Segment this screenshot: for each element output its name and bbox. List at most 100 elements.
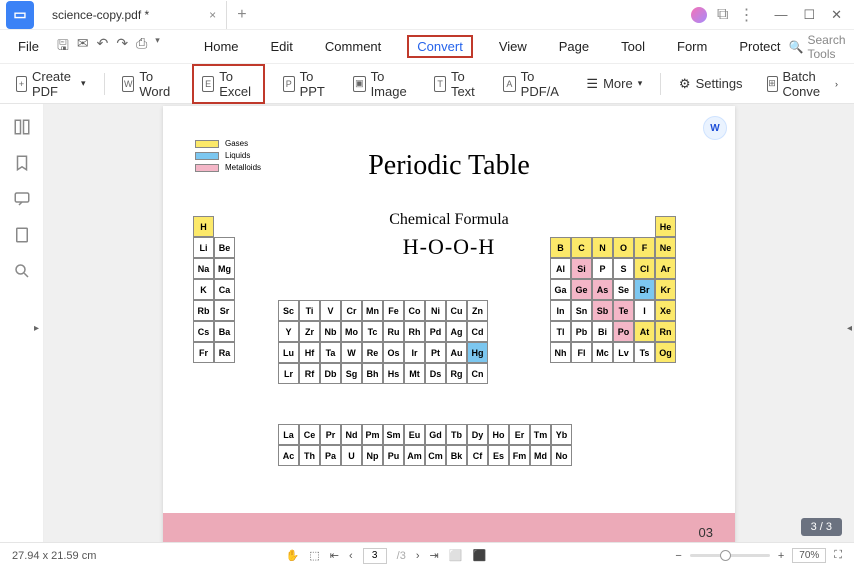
file-menu[interactable]: File <box>10 35 47 58</box>
fit-width-icon[interactable]: ⬛ <box>472 549 486 562</box>
expand-rail-icon[interactable]: ▸ <box>34 323 39 334</box>
tab-form[interactable]: Form <box>671 35 713 58</box>
element-cell: Na <box>193 258 214 279</box>
element-cell: C <box>571 237 592 258</box>
element-block-p: HeBCNOFNeAlSiPSClArGaGeAsSeBrKrInSnSbTeI… <box>550 216 676 363</box>
comment-icon[interactable] <box>13 190 31 208</box>
element-cell: Al <box>550 258 571 279</box>
element-cell: Fm <box>509 445 530 466</box>
fit-page-icon[interactable]: ⬜ <box>449 549 463 562</box>
to-image-button[interactable]: ▣To Image <box>347 65 416 103</box>
page-footer: 03 <box>163 513 735 542</box>
element-cell: Pb <box>571 321 592 342</box>
element-cell: Rb <box>193 300 214 321</box>
element-cell: Y <box>278 321 299 342</box>
grid-icon: ⊞ <box>767 76 778 92</box>
undo-icon[interactable]: ↶ <box>97 35 109 59</box>
page-input[interactable] <box>363 548 387 564</box>
zoom-value[interactable]: 70% <box>792 548 826 563</box>
element-cell: W <box>341 342 362 363</box>
app-icon: ▭ <box>6 1 34 29</box>
thumbnails-icon[interactable] <box>13 118 31 136</box>
search-tools[interactable]: 🔍 Search Tools <box>789 33 846 61</box>
convert-toolbar: + Create PDF ▾ WTo Word ETo Excel PTo PP… <box>0 64 854 104</box>
zoom-slider[interactable] <box>690 554 770 557</box>
element-cell: Ru <box>383 321 404 342</box>
text-icon: T <box>434 76 446 92</box>
element-cell: Sr <box>214 300 235 321</box>
tab-convert[interactable]: Convert <box>407 35 473 58</box>
quick-convert-badge[interactable]: W <box>703 116 727 140</box>
legend-swatch-gases <box>195 140 219 148</box>
next-page-icon[interactable]: › <box>416 550 420 562</box>
element-cell: Cu <box>446 300 467 321</box>
settings-button[interactable]: ⚙Settings <box>673 72 749 96</box>
minimize-icon[interactable]: — <box>774 7 787 23</box>
to-text-button[interactable]: TTo Text <box>428 65 485 103</box>
fullscreen-icon[interactable]: ⛶ <box>834 549 842 562</box>
select-tool-icon[interactable]: ⬚ <box>309 549 319 562</box>
element-cell: Os <box>383 342 404 363</box>
menu-bar: File 🖫 ✉ ↶ ↷ ⎙ ▾ Home Edit Comment Conve… <box>0 30 854 64</box>
close-tab-icon[interactable]: × <box>209 8 216 22</box>
kebab-menu-icon[interactable]: ⋮ <box>738 5 754 25</box>
element-cell: Cl <box>634 258 655 279</box>
chevron-down-icon[interactable]: ▾ <box>155 35 160 59</box>
to-excel-button[interactable]: ETo Excel <box>192 64 265 104</box>
document-tab[interactable]: science-copy.pdf * × <box>42 1 227 29</box>
element-cell: Nh <box>550 342 571 363</box>
element-cell: Np <box>362 445 383 466</box>
title-bar: ▭ science-copy.pdf * × + ⧉ ⋮ — ☐ ✕ <box>0 0 854 30</box>
element-cell: Pr <box>320 424 341 445</box>
account-badge-icon[interactable] <box>691 7 707 23</box>
element-cell: Er <box>509 424 530 445</box>
maximize-icon[interactable]: ☐ <box>803 7 815 23</box>
mail-icon[interactable]: ✉ <box>77 35 89 59</box>
element-cell: Lr <box>278 363 299 384</box>
search-rail-icon[interactable] <box>13 262 31 280</box>
share-icon[interactable]: ⧉ <box>717 6 728 24</box>
new-tab-button[interactable]: + <box>227 6 256 24</box>
print-icon[interactable]: ⎙ <box>136 35 147 59</box>
element-cell: Md <box>530 445 551 466</box>
to-word-button[interactable]: WTo Word <box>116 65 180 103</box>
expand-right-icon[interactable]: ◂ <box>847 323 852 334</box>
last-page-icon[interactable]: ⇥ <box>430 549 439 562</box>
tab-tool[interactable]: Tool <box>615 35 651 58</box>
zoom-out-icon[interactable]: − <box>675 550 681 562</box>
zoom-in-icon[interactable]: + <box>778 550 784 562</box>
save-icon[interactable]: 🖫 <box>57 35 69 59</box>
more-button[interactable]: ☰More▾ <box>580 72 648 96</box>
ppt-icon: P <box>283 76 295 92</box>
create-pdf-button[interactable]: + Create PDF ▾ <box>10 65 92 103</box>
batch-convert-button[interactable]: ⊞Batch Conve› <box>761 65 844 103</box>
element-cell: Mo <box>341 321 362 342</box>
to-pdfa-button[interactable]: ATo PDF/A <box>497 65 568 103</box>
tab-edit[interactable]: Edit <box>265 35 299 58</box>
tab-view[interactable]: View <box>493 35 533 58</box>
word-icon: W <box>122 76 134 92</box>
tab-page[interactable]: Page <box>553 35 595 58</box>
close-icon[interactable]: ✕ <box>831 7 842 23</box>
attachment-icon[interactable] <box>13 226 31 244</box>
document-viewport[interactable]: W Gases Liquids Metalloids Periodic Tabl… <box>44 104 854 542</box>
first-page-icon[interactable]: ⇤ <box>330 549 339 562</box>
element-cell: In <box>550 300 571 321</box>
tab-protect[interactable]: Protect <box>733 35 786 58</box>
chevron-down-icon: ▾ <box>81 78 86 89</box>
element-cell: Fe <box>383 300 404 321</box>
pdf-page: W Gases Liquids Metalloids Periodic Tabl… <box>163 106 735 542</box>
prev-page-icon[interactable]: ‹ <box>349 550 353 562</box>
hand-tool-icon[interactable]: ✋ <box>286 549 300 562</box>
to-ppt-button[interactable]: PTo PPT <box>277 65 335 103</box>
redo-icon[interactable]: ↷ <box>116 35 128 59</box>
element-cell: Es <box>488 445 509 466</box>
element-cell: Hs <box>383 363 404 384</box>
element-cell: Pu <box>383 445 404 466</box>
main-area: ▸ W Gases Liquids Metalloids Periodic Ta… <box>0 104 854 542</box>
element-cell: B <box>550 237 571 258</box>
element-cell: Po <box>613 321 634 342</box>
bookmark-icon[interactable] <box>13 154 31 172</box>
tab-home[interactable]: Home <box>198 35 245 58</box>
tab-comment[interactable]: Comment <box>319 35 387 58</box>
